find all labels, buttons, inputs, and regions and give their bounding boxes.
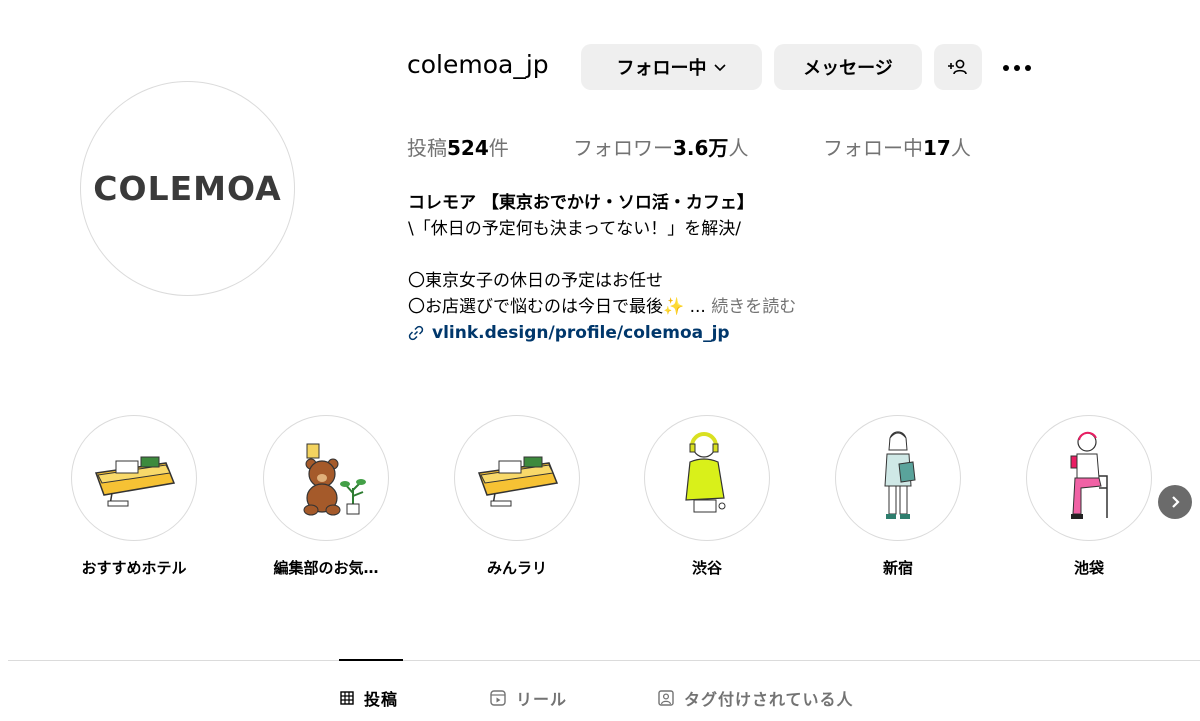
chevron-down-icon	[713, 64, 726, 72]
highlight-item[interactable]: 渋谷	[643, 415, 771, 578]
posts-count[interactable]: 投稿524件	[407, 132, 509, 161]
following-count[interactable]: フォロー中17人	[823, 132, 971, 161]
message-button-label: メッセージ	[803, 58, 893, 79]
chevron-right-icon	[1172, 496, 1180, 508]
highlight-item[interactable]: 池袋	[1025, 415, 1153, 578]
reels-icon	[490, 690, 506, 706]
tab-posts[interactable]: 投稿	[340, 686, 398, 710]
tab-tagged[interactable]: タグ付けされている人	[658, 686, 854, 710]
add-user-icon	[948, 59, 967, 75]
suitcase-illustration-icon	[477, 456, 559, 507]
bio-display-name: コレモア 【東京おでかけ・ソロ活・カフェ】	[408, 193, 754, 213]
girl-sitting-illustration-icon	[1070, 431, 1108, 519]
tab-label: 投稿	[364, 690, 399, 709]
highlight-label: 編集部のお気…	[273, 559, 379, 577]
tab-reels[interactable]: リール	[490, 686, 567, 710]
profile-bio: コレモア 【東京おでかけ・ソロ活・カフェ】 \「休日の予定何も決まってない！」を…	[408, 190, 796, 346]
profile-avatar[interactable]: COLEMOA	[80, 81, 295, 296]
highlight-item[interactable]: みんラリ	[453, 415, 581, 578]
highlight-item[interactable]: おすすめホテル	[70, 415, 198, 578]
grid-icon	[340, 691, 354, 705]
profile-link[interactable]: vlink.design/profile/colemoa_jp	[408, 320, 796, 346]
highlight-label: 渋谷	[691, 559, 722, 577]
avatar-logo-text: COLEMOA	[93, 169, 282, 208]
girl-headphones-illustration-icon	[685, 432, 726, 513]
highlight-label: おすすめホテル	[81, 559, 187, 577]
suggest-users-button[interactable]	[934, 44, 982, 90]
highlight-item[interactable]: 編集部のお気…	[262, 415, 390, 578]
bio-line: 〇お店選びで悩むのは今日で最後✨ ... 続きを読む	[408, 297, 797, 317]
tagged-icon	[658, 690, 674, 706]
more-options-icon[interactable]	[997, 56, 1037, 80]
bio-line: 〇東京女子の休日の予定はお任せ	[408, 271, 663, 291]
following-button-label: フォロー中	[616, 58, 707, 79]
highlights-next-button[interactable]	[1158, 485, 1192, 519]
highlight-label: 池袋	[1073, 559, 1104, 577]
message-button[interactable]: メッセージ	[774, 44, 922, 90]
tab-label: リール	[516, 690, 568, 709]
followers-count[interactable]: フォロワー3.6万人	[573, 132, 748, 161]
following-button[interactable]: フォロー中	[581, 44, 762, 90]
link-icon	[408, 325, 424, 341]
teddy-bear-illustration-icon	[303, 443, 366, 516]
active-tab-indicator	[339, 659, 403, 661]
girl-standing-illustration-icon	[884, 431, 916, 519]
highlight-item[interactable]: 新宿	[834, 415, 962, 578]
bio-line: \「休日の予定何も決まってない！」を解決/	[408, 219, 741, 239]
tab-label: タグ付けされている人	[684, 690, 854, 709]
highlight-label: みんラリ	[486, 559, 547, 577]
tabs-divider	[8, 660, 1200, 661]
suitcase-illustration-icon	[94, 456, 176, 507]
read-more-link[interactable]: 続きを読む	[711, 297, 796, 317]
profile-username: colemoa_jp	[407, 50, 549, 79]
highlight-label: 新宿	[882, 559, 913, 577]
